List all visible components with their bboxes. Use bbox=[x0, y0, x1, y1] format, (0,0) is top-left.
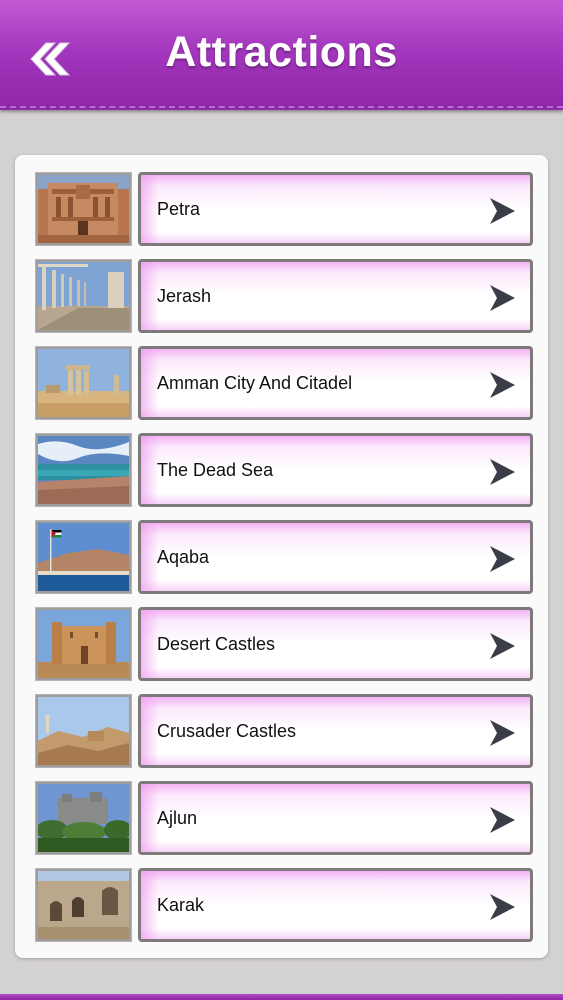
chevron-right-icon bbox=[490, 894, 515, 920]
app-header: Attractions bbox=[0, 0, 563, 110]
header-divider bbox=[0, 106, 563, 108]
desert-castles-button[interactable]: Desert Castles bbox=[138, 607, 533, 681]
item-label: Aqaba bbox=[157, 547, 210, 567]
item-label: Petra bbox=[157, 199, 201, 219]
chevron-right-icon bbox=[490, 546, 515, 572]
aqaba-thumbnail bbox=[35, 520, 132, 594]
crusader-castles-thumbnail bbox=[35, 694, 132, 768]
list-item-amman[interactable]: Amman City And Citadel bbox=[35, 346, 548, 422]
item-label: Jerash bbox=[157, 286, 212, 306]
item-label: Desert Castles bbox=[157, 634, 276, 654]
list-item-desert-castles[interactable]: Desert Castles bbox=[35, 607, 548, 683]
petra-thumbnail bbox=[35, 172, 132, 246]
chevron-right-icon bbox=[490, 720, 515, 746]
list-item-ajlun[interactable]: Ajlun bbox=[35, 781, 548, 857]
ajlun-button[interactable]: Ajlun bbox=[138, 781, 533, 855]
list-item-petra[interactable]: Petra bbox=[35, 172, 548, 248]
aqaba-button[interactable]: Aqaba bbox=[138, 520, 533, 594]
attractions-list: Petra Jerash Amman City And Citadel The … bbox=[15, 155, 548, 958]
chevron-right-icon bbox=[490, 285, 515, 311]
crusader-castles-button[interactable]: Crusader Castles bbox=[138, 694, 533, 768]
item-label: Crusader Castles bbox=[157, 721, 297, 741]
ajlun-thumbnail bbox=[35, 781, 132, 855]
jerash-button[interactable]: Jerash bbox=[138, 259, 533, 333]
item-label: Karak bbox=[157, 895, 205, 915]
karak-thumbnail bbox=[35, 868, 132, 942]
item-label: Ajlun bbox=[157, 808, 198, 828]
list-item-karak[interactable]: Karak bbox=[35, 868, 548, 944]
list-item-crusader-castles[interactable]: Crusader Castles bbox=[35, 694, 548, 770]
desert-castles-thumbnail bbox=[35, 607, 132, 681]
item-label: The Dead Sea bbox=[157, 460, 274, 480]
chevron-right-icon bbox=[490, 633, 515, 659]
list-item-aqaba[interactable]: Aqaba bbox=[35, 520, 548, 596]
page-title: Attractions bbox=[165, 28, 398, 76]
dead-sea-thumbnail bbox=[35, 433, 132, 507]
chevron-right-icon bbox=[490, 372, 515, 398]
chevron-right-icon bbox=[490, 807, 515, 833]
chevron-right-icon bbox=[490, 459, 515, 485]
jerash-thumbnail bbox=[35, 259, 132, 333]
amman-citadel-thumbnail bbox=[35, 346, 132, 420]
dead-sea-button[interactable]: The Dead Sea bbox=[138, 433, 533, 507]
item-label: Amman City And Citadel bbox=[157, 373, 353, 393]
amman-citadel-button[interactable]: Amman City And Citadel bbox=[138, 346, 533, 420]
list-item-jerash[interactable]: Jerash bbox=[35, 259, 548, 335]
chevron-right-icon bbox=[490, 198, 515, 224]
petra-button[interactable]: Petra bbox=[138, 172, 533, 246]
footer-bar bbox=[0, 994, 563, 1000]
karak-button[interactable]: Karak bbox=[138, 868, 533, 942]
list-item-dead-sea[interactable]: The Dead Sea bbox=[35, 433, 548, 509]
